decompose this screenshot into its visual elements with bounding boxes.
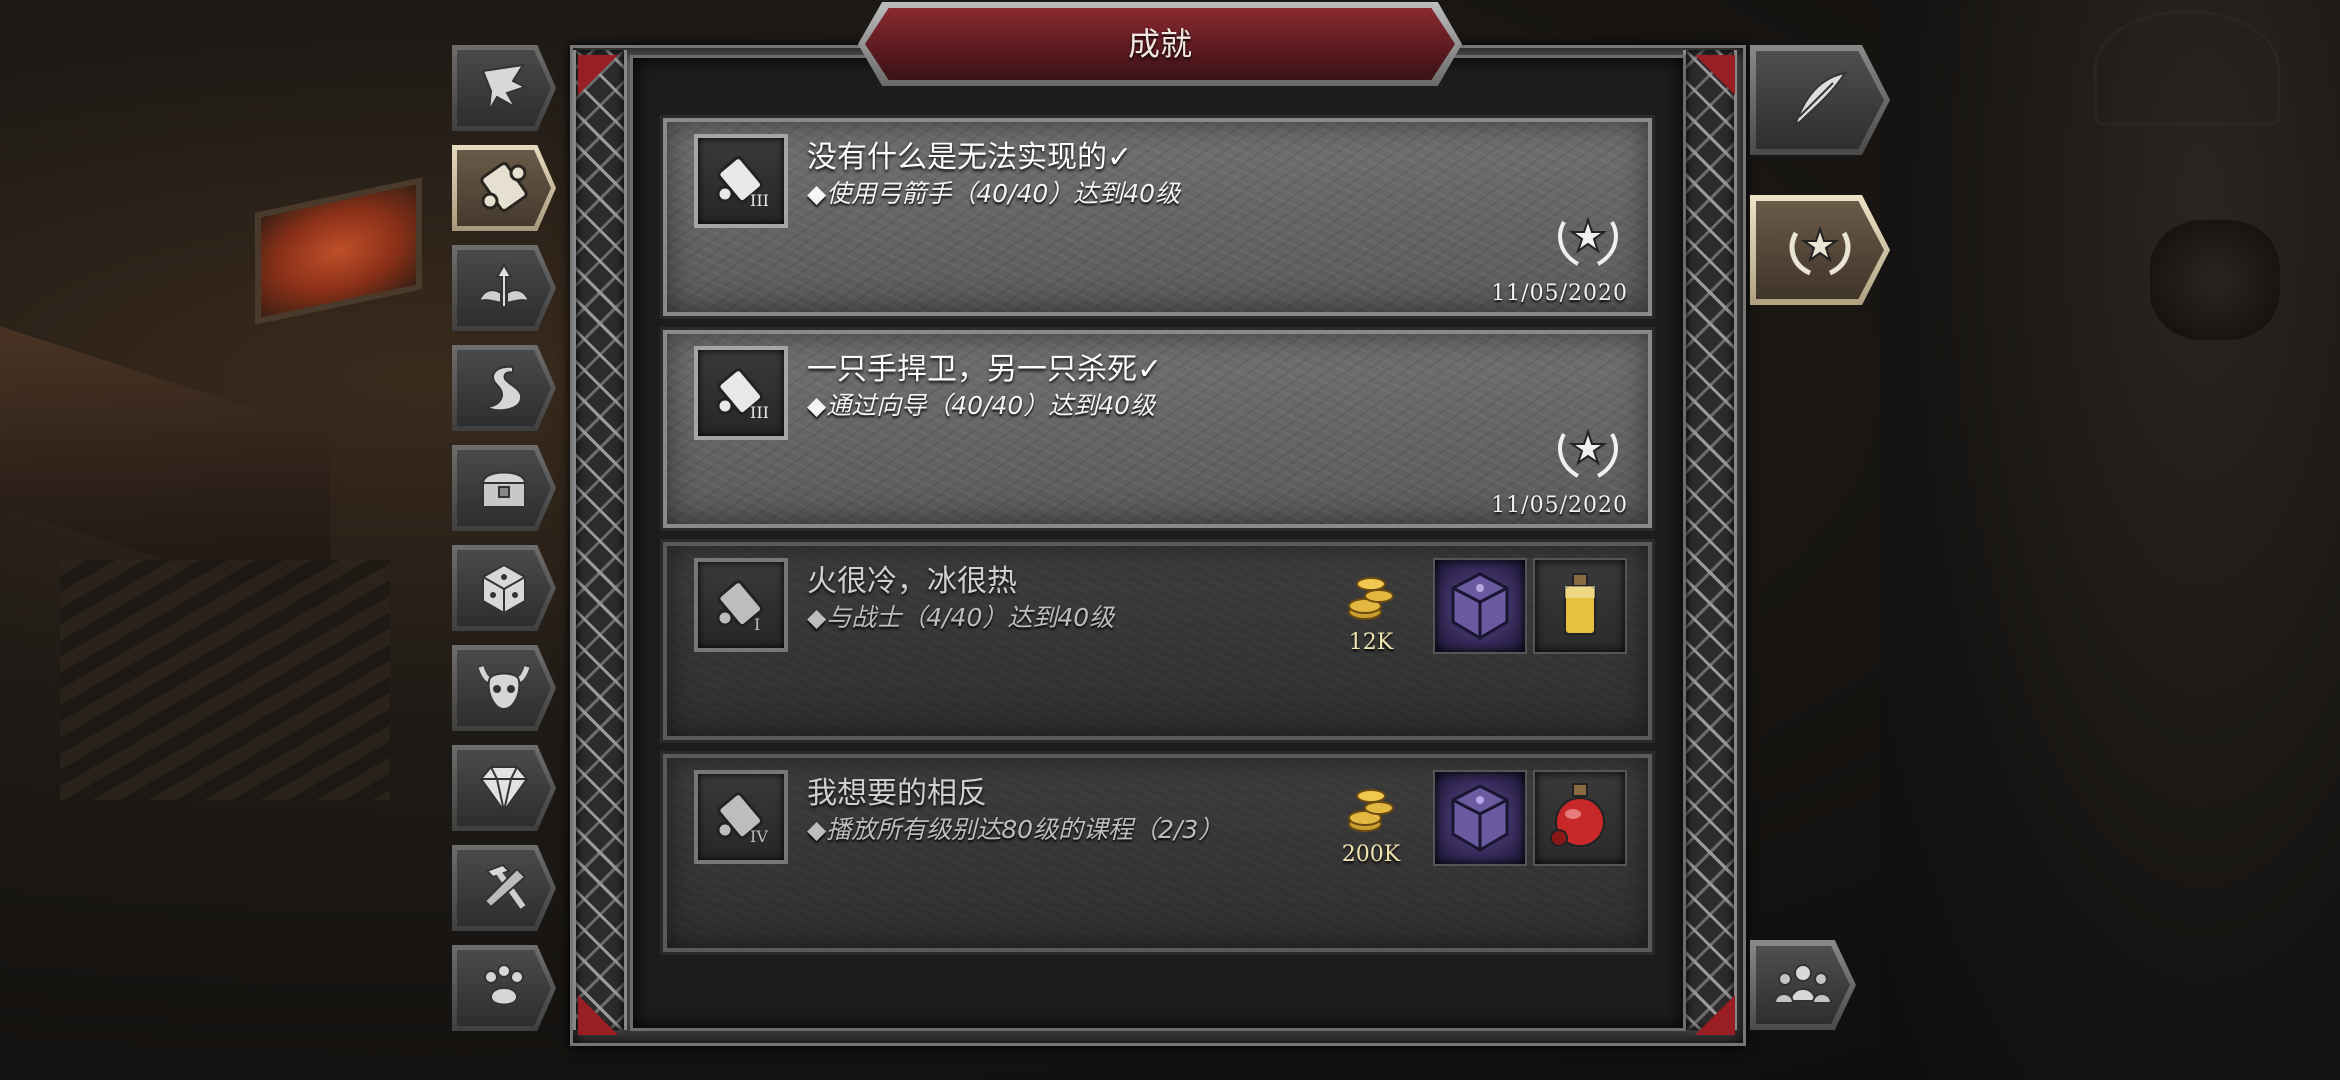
completion-date: 11/05/2020 (1491, 281, 1628, 306)
serpent-icon (484, 365, 523, 412)
reward-cube[interactable] (1433, 558, 1527, 654)
paw-icon (484, 964, 524, 1006)
page-title: 成就 (1127, 25, 1192, 63)
background-figure (2150, 220, 2280, 340)
demon-skull-icon (478, 666, 530, 711)
tab-serpent[interactable] (452, 345, 556, 431)
corner-gem-bottom-left (578, 995, 618, 1035)
svg-text:IV: IV (750, 827, 768, 846)
tab-achievements[interactable] (1750, 195, 1890, 305)
gold-coins-icon (1348, 789, 1394, 832)
laurel-star-icon (1558, 216, 1618, 266)
gold-reward: 200K (1335, 780, 1407, 876)
achievement-title: 没有什么是无法实现的✓ (807, 140, 1133, 175)
left-chain-border (573, 50, 627, 1030)
reward-potion[interactable] (1533, 770, 1627, 866)
gold-amount: 12K (1348, 630, 1394, 655)
group-icon (1773, 964, 1833, 1004)
hammer-icon (483, 863, 527, 909)
svg-text:III: III (750, 403, 769, 422)
achievement-description: ◆使用弓箭手（40/40）达到40级 (807, 179, 1181, 208)
corner-gem-top-right (1695, 55, 1735, 95)
laurel-star-icon (1789, 225, 1851, 276)
tab-demon-skull[interactable] (452, 645, 556, 731)
cube-icon (1451, 784, 1509, 852)
tab-treasure-chest[interactable] (452, 445, 556, 531)
dice-icon (482, 563, 526, 615)
scroll-tier-3-icon: III (716, 156, 769, 210)
svg-text:III: III (750, 191, 769, 210)
achievement-title: 火很冷，冰很热 (807, 564, 1017, 599)
gold-reward: 12K (1335, 568, 1407, 664)
laurel-star-icon (1558, 428, 1618, 478)
completion-date: 11/05/2020 (1491, 493, 1628, 518)
corner-gem-bottom-right (1695, 995, 1735, 1035)
tab-paw[interactable] (452, 945, 556, 1031)
winged-arrow-icon (477, 263, 531, 308)
right-chain-border (1683, 50, 1737, 1030)
reward-cube[interactable] (1433, 770, 1527, 866)
achievement-title: 一只手捍卫，另一只杀死✓ (807, 352, 1163, 387)
achievement-description: ◆与战士（4/40）达到40级 (807, 603, 1115, 632)
achievement-card[interactable]: III 一只手捍卫，另一只杀死✓ ◆通过向导（40/40）达到40级 11/05… (663, 330, 1652, 528)
reward-potion[interactable] (1533, 558, 1627, 654)
achievement-card[interactable]: I 火很冷，冰很热 ◆与战士（4/40）达到40级 12K (663, 542, 1652, 740)
achievement-icon-box: III (694, 134, 788, 228)
cube-icon (1451, 572, 1509, 640)
achievement-title: 我想要的相反 (807, 776, 987, 811)
scroll-tier-4-icon: IV (716, 792, 768, 846)
achievement-card[interactable]: III 没有什么是无法实现的✓ ◆使用弓箭手（40/40）达到40级 11/05… (663, 118, 1652, 316)
scroll-tier-3-icon: III (716, 368, 769, 422)
background-right-scene (1880, 0, 2340, 1080)
tab-hammer[interactable] (452, 845, 556, 931)
tab-diamond[interactable] (452, 745, 556, 831)
yellow-potion-icon (1564, 573, 1596, 635)
background-cart (2094, 10, 2280, 126)
tab-group[interactable] (1750, 940, 1856, 1030)
achievement-icon-box: III (694, 346, 788, 440)
corner-gem-top-left (578, 55, 618, 95)
achievement-icon-box: IV (694, 770, 788, 864)
feather-quill-icon (481, 63, 528, 112)
tab-winged-arrow[interactable] (452, 245, 556, 331)
gold-coins-icon (1348, 577, 1394, 620)
treasure-chest-icon (481, 471, 527, 508)
svg-text:I: I (754, 615, 760, 634)
red-potion-icon (1550, 783, 1605, 847)
diamond-icon (479, 766, 529, 813)
tab-quill[interactable] (1750, 45, 1890, 155)
achievement-description: ◆通过向导（40/40）达到40级 (807, 391, 1156, 420)
scroll-tier-1-icon: I (716, 580, 764, 634)
tab-feather-quill[interactable] (452, 45, 556, 131)
achievement-card[interactable]: IV 我想要的相反 ◆播放所有级别达80级的课程（2/3） 200K (663, 754, 1652, 952)
tab-dice[interactable] (452, 545, 556, 631)
achievement-icon-box: I (694, 558, 788, 652)
quill-icon (1792, 71, 1848, 128)
gold-amount: 200K (1341, 842, 1401, 867)
background-forge (255, 177, 422, 325)
achievement-description: ◆播放所有级别达80级的课程（2/3） (807, 815, 1224, 844)
tab-scroll[interactable] (452, 145, 556, 231)
scroll-icon (480, 162, 528, 212)
background-planks (60, 560, 390, 800)
